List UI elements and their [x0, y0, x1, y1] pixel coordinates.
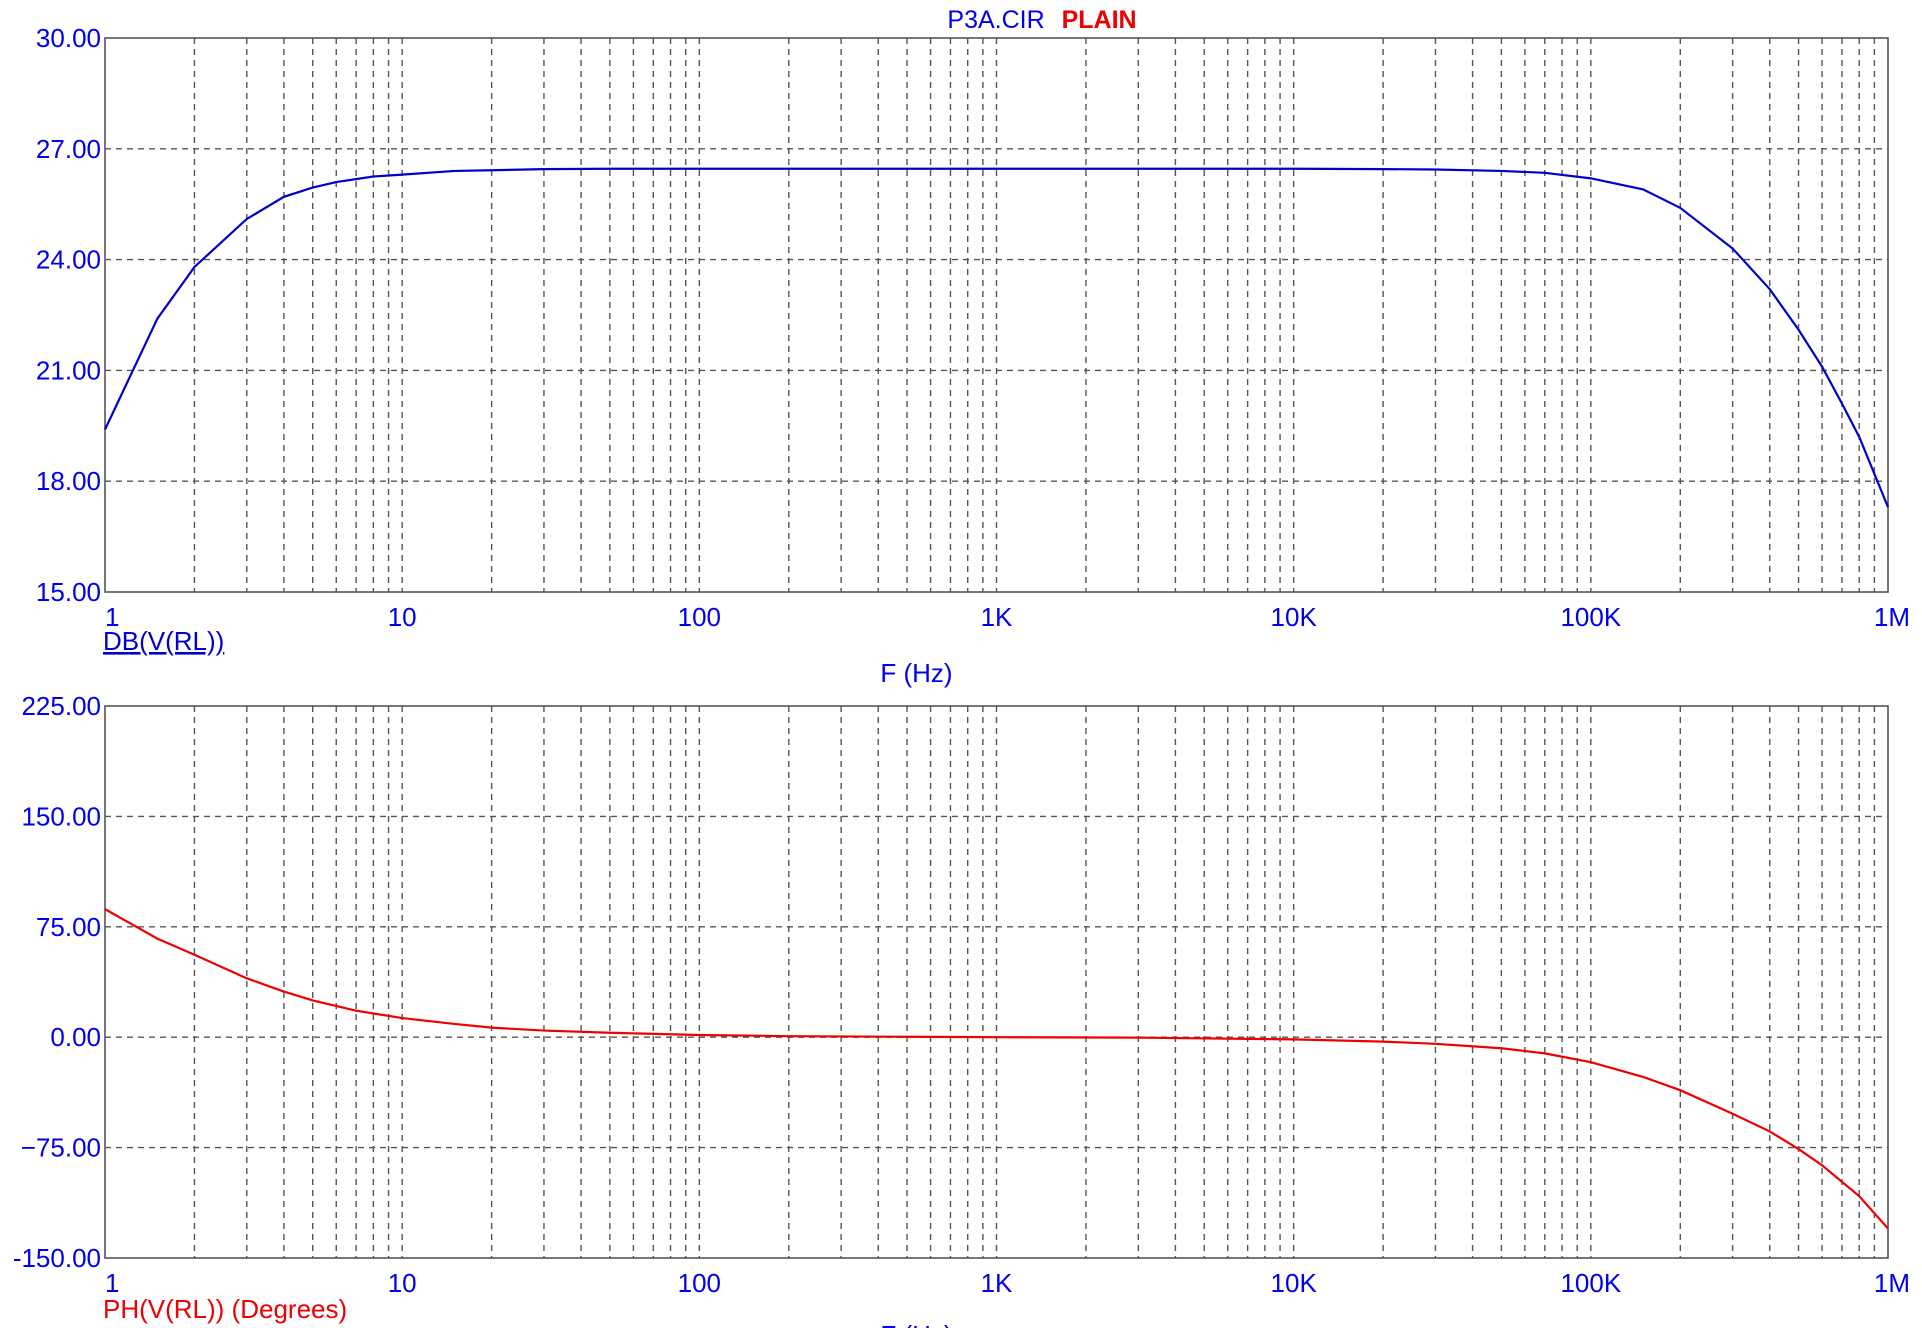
y-tick-label: 75.00 — [36, 912, 101, 942]
x-tick-label: 100 — [678, 1268, 721, 1298]
y-tick-label: 21.00 — [36, 355, 101, 385]
x-tick-label: 10 — [388, 1268, 417, 1298]
x-tick-label: 10K — [1271, 602, 1318, 632]
trace-label[interactable]: PH(V(RL)) (Degrees) — [103, 1294, 347, 1324]
y-tick-label: 0.00 — [50, 1022, 101, 1052]
y-tick-label: 18.00 — [36, 466, 101, 496]
title-filename: P3A.CIR — [947, 6, 1044, 34]
phase-plot: -150.00−75.000.0075.00150.00225.001 10 100… — [13, 691, 1910, 1328]
magnitude-plot: 15.0018.0021.0024.0027.0030.001 10 100 1K 10… — [36, 23, 1910, 688]
y-tick-label: 27.00 — [36, 134, 101, 164]
y-tick-label: -150.00 — [13, 1243, 101, 1273]
y-tick-label: −75.00 — [21, 1133, 101, 1163]
x-tick-label: 100K — [1560, 602, 1621, 632]
x-tick-label: 1K — [981, 1268, 1013, 1298]
y-tick-label: 225.00 — [21, 691, 101, 721]
y-tick-label: 150.00 — [21, 801, 101, 831]
chart-figure: P3A.CIR PLAIN 15.00 18.00 21.00 24.00 27.00 3… — [13, 6, 1910, 1328]
x-tick-label: 1M — [1874, 1268, 1910, 1298]
x-tick-label: 10 — [388, 602, 417, 632]
title-tag: PLAIN — [1062, 6, 1137, 34]
x-tick-label: 100K — [1560, 1268, 1621, 1298]
trace-label[interactable]: DB(V(RL)) — [103, 626, 224, 656]
x-tick-label: 10K — [1271, 1268, 1318, 1298]
chart-title: P3A.CIR PLAIN — [947, 6, 1136, 34]
x-tick-label: 1M — [1874, 602, 1910, 632]
x-axis-title: F (Hz) — [880, 658, 952, 688]
y-tick-label: 24.00 — [36, 245, 101, 275]
y-tick-label: 15.00 — [36, 577, 101, 607]
x-tick-label: 100 — [678, 602, 721, 632]
x-axis-title: F (Hz) — [880, 1320, 952, 1328]
y-tick-label: 30.00 — [36, 23, 101, 53]
x-tick-label: 1K — [981, 602, 1013, 632]
